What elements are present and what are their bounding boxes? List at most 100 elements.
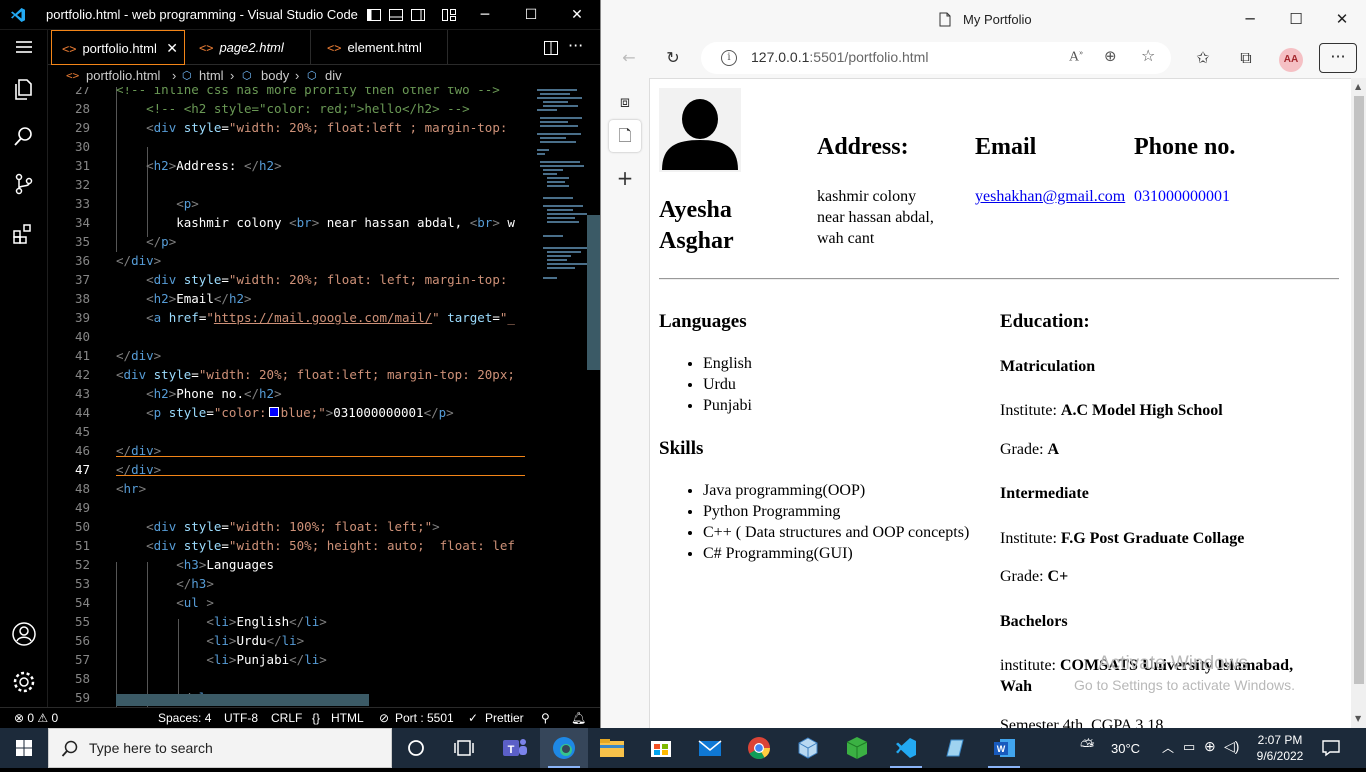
breadcrumb-body[interactable]: body: [261, 65, 289, 87]
code-line[interactable]: 54 <ul >: [48, 593, 535, 612]
network-icon[interactable]: ⊕: [1204, 738, 1216, 755]
code-line[interactable]: 37 <div style="width: 20%; float: left; …: [48, 270, 535, 289]
3d-viewer-icon[interactable]: [784, 728, 832, 768]
split-editor-icon[interactable]: [543, 40, 559, 56]
feedback-icon[interactable]: ⚲: [541, 708, 550, 728]
code-line[interactable]: 36 </div>: [48, 251, 535, 270]
code-line[interactable]: 46 </div>: [48, 441, 535, 460]
extensions-icon[interactable]: [10, 220, 38, 248]
tab-actions-icon[interactable]: ⧈: [613, 90, 637, 114]
settings-more-button[interactable]: ···: [1319, 43, 1357, 73]
volume-icon[interactable]: ◁): [1224, 738, 1239, 755]
vertical-scrollbar[interactable]: [587, 215, 600, 370]
code-line[interactable]: 47 </div>: [48, 460, 535, 479]
code-line[interactable]: 33 <p>: [48, 194, 535, 213]
code-line[interactable]: 42 <div style="width: 20%; float:left; ma…: [48, 365, 535, 384]
code-line[interactable]: 50 <div style="width: 100%; float: left;…: [48, 517, 535, 536]
code-line[interactable]: 32: [48, 175, 535, 194]
code-line[interactable]: 38 <h2>Email</h2>: [48, 289, 535, 308]
customize-layout-icon[interactable]: [441, 7, 457, 23]
code-line[interactable]: 31 <h2>Address: </h2>: [48, 156, 535, 175]
problems-indicator[interactable]: ⊗ 0 ⚠ 0: [14, 708, 58, 728]
code-line[interactable]: 48 <hr>: [48, 479, 535, 498]
email-link[interactable]: yeshakhan@gmail.com: [975, 186, 1125, 207]
scroll-down-arrow-icon[interactable]: ▼: [1355, 714, 1361, 723]
minimap[interactable]: [535, 87, 600, 707]
taskbar-search[interactable]: Type here to search: [48, 728, 392, 768]
clock[interactable]: 2:07 PM 9/6/2022: [1250, 732, 1310, 764]
browser-minimize-button[interactable]: ─: [1227, 0, 1273, 38]
code-line[interactable]: 44 <p style="color: blue;">031000000001</…: [48, 403, 535, 422]
zoom-icon[interactable]: ⊕: [1104, 47, 1117, 65]
url-text[interactable]: 127.0.0.1:5501/portfolio.html: [751, 49, 928, 65]
refresh-icon[interactable]: ↻: [661, 46, 685, 70]
chrome-icon[interactable]: [735, 728, 783, 768]
weather-icon[interactable]: ⛅︎: [1080, 736, 1094, 757]
code-line[interactable]: 45: [48, 422, 535, 441]
profile-avatar[interactable]: AA: [1279, 48, 1303, 72]
word-taskbar-icon[interactable]: W: [980, 728, 1028, 768]
code-line[interactable]: 41 </div>: [48, 346, 535, 365]
close-button[interactable]: ✕: [554, 0, 600, 30]
more-actions-icon[interactable]: ···: [568, 36, 583, 55]
breadcrumb-html[interactable]: html: [199, 65, 224, 87]
tab-page2-html[interactable]: <> page2.html: [185, 30, 311, 65]
current-tab-icon[interactable]: 🗋︎: [609, 120, 641, 152]
menu-icon[interactable]: [10, 33, 38, 61]
code-line[interactable]: 40: [48, 327, 535, 346]
address-bar[interactable]: i 127.0.0.1:5501/portfolio.html A» ⊕ ☆: [701, 42, 1171, 74]
toggle-sidebar-icon[interactable]: [366, 7, 382, 23]
page-scrollbar[interactable]: ▲ ▼: [1351, 78, 1366, 728]
encoding-status[interactable]: UTF-8: [224, 708, 258, 728]
language-mode[interactable]: HTML: [331, 708, 364, 728]
maximize-button[interactable]: ☐: [508, 0, 554, 30]
task-view-icon[interactable]: [440, 728, 488, 768]
notifications-icon[interactable]: [1321, 738, 1341, 758]
code-line[interactable]: 57 <li>Punjabi</li>: [48, 650, 535, 669]
battery-icon[interactable]: ▭: [1183, 739, 1195, 755]
breadcrumb-file[interactable]: portfolio.html: [86, 65, 160, 87]
read-aloud-icon[interactable]: A»: [1069, 48, 1083, 66]
collections-icon[interactable]: ⧉: [1234, 46, 1258, 70]
code-line[interactable]: 28 <!-- <h2 style="color: red;">hello</h…: [48, 99, 535, 118]
show-hidden-icons-icon[interactable]: ︿: [1162, 739, 1174, 756]
tab-element-html[interactable]: <> element.html: [311, 30, 448, 65]
source-control-icon[interactable]: [10, 170, 38, 198]
code-line[interactable]: 27 <!-- inline css has more prority then …: [48, 87, 535, 99]
code-line[interactable]: 43 <h2>Phone no.</h2>: [48, 384, 535, 403]
windows-start-icon[interactable]: [0, 728, 48, 768]
code-line[interactable]: 58: [48, 669, 535, 688]
search-icon[interactable]: [10, 122, 38, 150]
code-line[interactable]: 34 kashmir colony <br> near hassan abdal…: [48, 213, 535, 232]
code-line[interactable]: 29 <div style="width: 20%; float:left ; …: [48, 118, 535, 137]
horizontal-scrollbar[interactable]: [116, 694, 369, 706]
settings-gear-icon[interactable]: [10, 668, 38, 696]
scroll-up-arrow-icon[interactable]: ▲: [1355, 82, 1361, 91]
explorer-icon[interactable]: [10, 75, 38, 103]
cortana-icon[interactable]: [392, 728, 440, 768]
code-line[interactable]: 49: [48, 498, 535, 517]
code-editor[interactable]: 27 <!-- inline css has more prority then …: [48, 87, 535, 707]
green-cube-app-icon[interactable]: [833, 728, 881, 768]
info-icon[interactable]: i: [721, 50, 737, 66]
new-tab-icon[interactable]: +: [613, 166, 637, 190]
prettier-status[interactable]: Prettier: [485, 708, 524, 728]
code-line[interactable]: 39 <a href="https://mail.google.com/mail…: [48, 308, 535, 327]
toggle-panel-icon[interactable]: [388, 7, 404, 23]
microsoft-store-icon[interactable]: [637, 728, 685, 768]
minimize-button[interactable]: ─: [462, 0, 508, 30]
browser-close-button[interactable]: ✕: [1319, 0, 1365, 38]
temperature[interactable]: 30°C: [1111, 741, 1140, 756]
edge-taskbar-icon[interactable]: [540, 728, 588, 768]
accounts-icon[interactable]: [10, 620, 38, 648]
breadcrumb-div[interactable]: div: [325, 65, 342, 87]
live-server-port[interactable]: Port : 5501: [395, 708, 454, 728]
close-tab-icon[interactable]: ✕: [166, 31, 178, 66]
vscode-taskbar-icon[interactable]: [882, 728, 930, 768]
back-arrow-icon[interactable]: ←: [617, 46, 641, 70]
tab-portfolio-html[interactable]: <> portfolio.html ✕: [51, 30, 185, 65]
notepad-icon[interactable]: [931, 728, 979, 768]
code-line[interactable]: 51 <div style="width: 50%; height: auto;…: [48, 536, 535, 555]
notifications-icon[interactable]: 🔔︎: [571, 708, 586, 728]
file-explorer-icon[interactable]: [588, 728, 636, 768]
